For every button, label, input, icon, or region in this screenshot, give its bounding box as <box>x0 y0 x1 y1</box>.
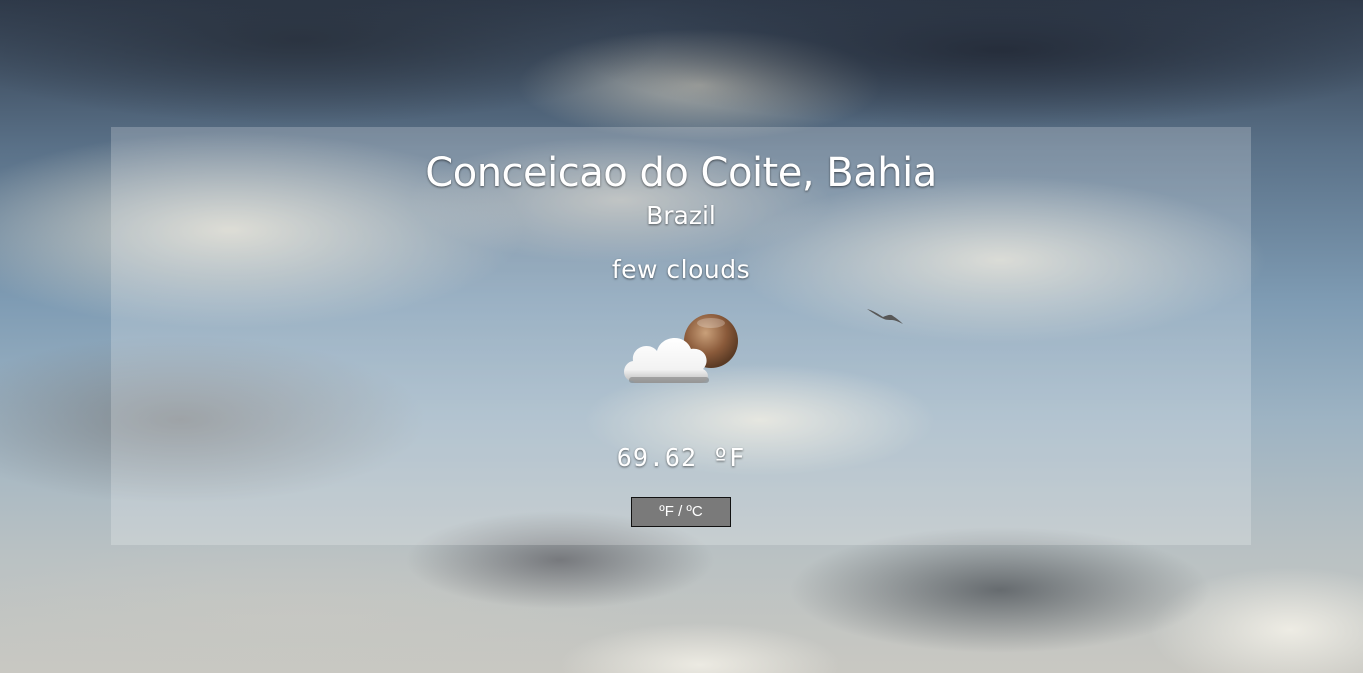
temperature-reading: 69.62 ºF <box>616 443 746 472</box>
weather-panel: Conceicao do Coite, Bahia Brazil few clo… <box>111 127 1251 545</box>
few-clouds-icon <box>624 314 738 383</box>
city-title: Conceicao do Coite, Bahia <box>425 150 937 196</box>
country-label: Brazil <box>646 201 716 230</box>
weather-description: few clouds <box>611 255 751 284</box>
unit-toggle-button[interactable]: ºF / ºC <box>631 497 731 527</box>
